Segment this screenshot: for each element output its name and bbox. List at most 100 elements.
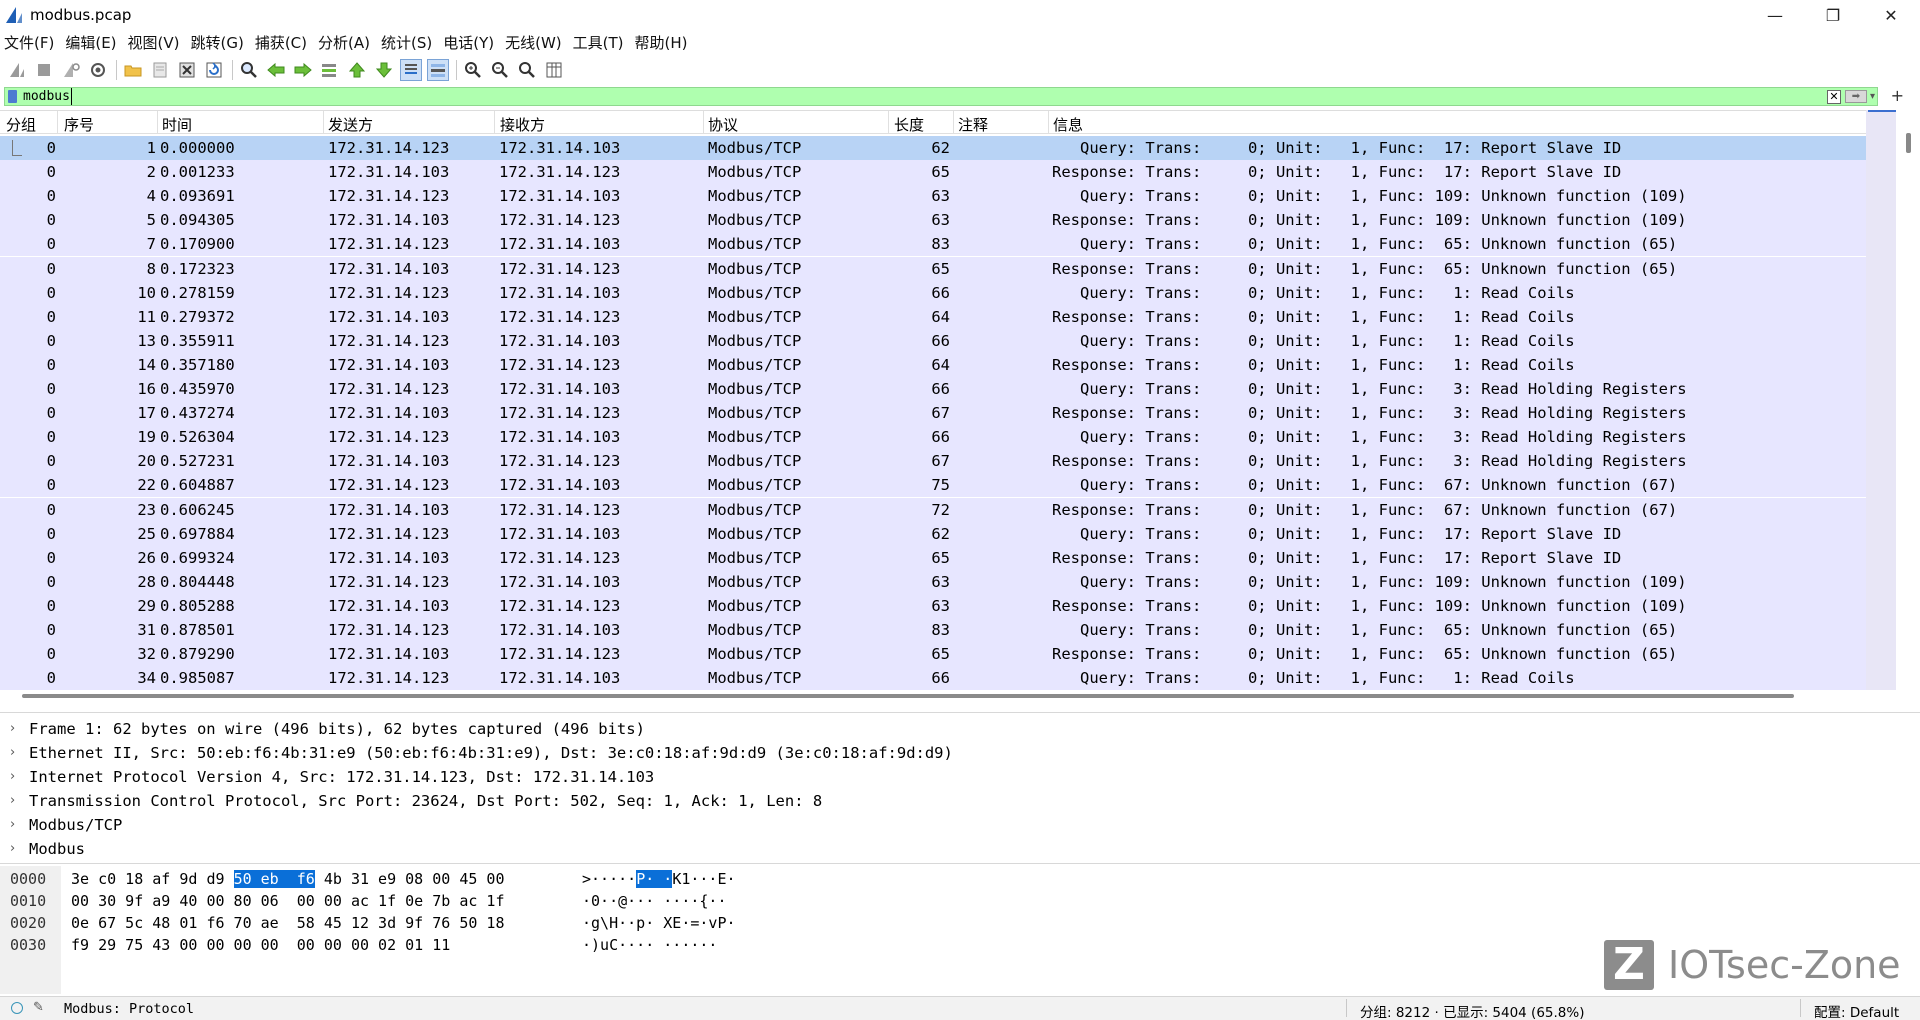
stop-square-icon[interactable] bbox=[33, 59, 55, 81]
packet-row[interactable]: 0 5 0.094305 172.31.14.103 172.31.14.123 Modb… bbox=[0, 208, 1866, 233]
column-header-group[interactable]: 分组 bbox=[6, 114, 36, 135]
expand-chevron-icon[interactable]: › bbox=[10, 741, 15, 765]
capture-options-gear-icon[interactable] bbox=[87, 59, 109, 81]
detail-tree-item[interactable]: › Frame 1: 62 bytes on wire (496 bits), 6… bbox=[0, 717, 1920, 741]
detail-tree-item[interactable]: › Transmission Control Protocol, Src Port… bbox=[0, 789, 1920, 813]
filter-bookmark-icon[interactable] bbox=[8, 90, 17, 103]
column-header-destination[interactable]: 接收方 bbox=[500, 114, 545, 135]
packet-row[interactable]: 0 25 0.697884 172.31.14.123 172.31.14.103 Mod… bbox=[0, 521, 1866, 546]
go-forward-arrow-icon[interactable] bbox=[292, 59, 314, 81]
expand-chevron-icon[interactable]: › bbox=[10, 837, 15, 861]
column-divider[interactable] bbox=[703, 111, 704, 134]
expert-info-ready-icon[interactable] bbox=[11, 1002, 23, 1014]
configuration-profile[interactable]: 配置: Default bbox=[1814, 1001, 1899, 1020]
column-header-source[interactable]: 发送方 bbox=[328, 114, 373, 135]
reload-icon[interactable] bbox=[203, 59, 225, 81]
packet-row[interactable]: 0 7 0.170900 172.31.14.123 172.31.14.103 Modb… bbox=[0, 232, 1866, 257]
packet-row[interactable]: 0 2 0.001233 172.31.14.103 172.31.14.123 Modb… bbox=[0, 160, 1866, 185]
clear-filter-icon[interactable]: ✕ bbox=[1826, 89, 1841, 104]
go-to-packet-icon[interactable] bbox=[319, 59, 341, 81]
menu-help[interactable]: 帮助(H) bbox=[635, 32, 688, 53]
display-filter-field[interactable]: modbus ✕ ➡ ▾ bbox=[4, 87, 1878, 106]
save-file-icon[interactable] bbox=[149, 59, 171, 81]
menu-wireless[interactable]: 无线(W) bbox=[505, 32, 562, 53]
packet-row[interactable]: 0 31 0.878501 172.31.14.123 172.31.14.103 Mod… bbox=[0, 618, 1866, 642]
packet-row[interactable]: 0 26 0.699324 172.31.14.103 172.31.14.123 Mod… bbox=[0, 545, 1866, 570]
add-filter-button-icon[interactable]: + bbox=[1891, 86, 1904, 105]
display-filter-input[interactable]: modbus bbox=[23, 88, 72, 105]
expand-chevron-icon[interactable]: › bbox=[10, 813, 15, 837]
edit-comment-icon[interactable]: ✎ bbox=[33, 1000, 44, 1015]
column-divider[interactable] bbox=[157, 111, 158, 134]
menu-capture[interactable]: 捕获(C) bbox=[255, 32, 307, 53]
column-divider[interactable] bbox=[57, 111, 58, 134]
horizontal-scrollbar-thumb[interactable] bbox=[22, 694, 1794, 698]
maximize-button[interactable]: ❐ bbox=[1804, 0, 1862, 30]
column-header-info[interactable]: 信息 bbox=[1053, 114, 1083, 135]
packet-row[interactable]: 0 19 0.526304 172.31.14.123 172.31.14.103 Mod… bbox=[0, 425, 1866, 450]
packet-row[interactable]: 0 4 0.093691 172.31.14.123 172.31.14.103 Modb… bbox=[0, 184, 1866, 209]
bytes-ascii-row[interactable]: ·)uC···· ······ bbox=[582, 934, 717, 956]
packet-row[interactable]: 0 16 0.435970 172.31.14.123 172.31.14.103 Mod… bbox=[0, 377, 1866, 401]
column-header-comment[interactable]: 注释 bbox=[958, 114, 988, 135]
colorize-icon[interactable] bbox=[427, 59, 449, 81]
packet-row[interactable]: 0 8 0.172323 172.31.14.103 172.31.14.123 Modb… bbox=[0, 256, 1866, 281]
go-back-arrow-icon[interactable] bbox=[265, 59, 287, 81]
filter-history-dropdown-icon[interactable]: ▾ bbox=[1870, 91, 1875, 102]
packet-row[interactable]: 0 28 0.804448 172.31.14.123 172.31.14.103 Mod… bbox=[0, 569, 1866, 594]
column-header-length[interactable]: 长度 bbox=[894, 114, 924, 135]
bytes-hex-row[interactable]: f9 29 75 43 00 00 00 00 00 00 00 02 01 1… bbox=[71, 934, 450, 956]
menu-go[interactable]: 跳转(G) bbox=[191, 32, 244, 53]
packet-row[interactable]: 0 20 0.527231 172.31.14.103 172.31.14.123 Mod… bbox=[0, 449, 1866, 474]
column-divider[interactable] bbox=[494, 111, 495, 134]
last-packet-icon[interactable] bbox=[373, 59, 395, 81]
packet-row[interactable]: 0 32 0.879290 172.31.14.103 172.31.14.123 Mod… bbox=[0, 642, 1866, 667]
shark-fin-start-icon[interactable] bbox=[6, 59, 28, 81]
column-header-protocol[interactable]: 协议 bbox=[708, 114, 738, 135]
packet-row[interactable]: 0 34 0.985087 172.31.14.123 172.31.14.103 Mod… bbox=[0, 666, 1866, 691]
bytes-ascii-row[interactable]: >·····P· ·K1···E· bbox=[582, 868, 736, 890]
column-header-no[interactable]: 序号 bbox=[64, 114, 94, 135]
bytes-hex-row[interactable]: 3e c0 18 af 9d d9 50 eb f6 4b 31 e9 08 0… bbox=[71, 868, 505, 890]
expand-chevron-icon[interactable]: › bbox=[10, 789, 15, 813]
bytes-hex-row[interactable]: 0e 67 5c 48 01 f6 70 ae 58 45 12 3d 9f 7… bbox=[71, 912, 504, 934]
bytes-ascii-row[interactable]: ·0··@··· ····{·· bbox=[582, 890, 727, 912]
menu-statistics[interactable]: 统计(S) bbox=[381, 32, 432, 53]
packet-row[interactable]: 0 10 0.278159 172.31.14.123 172.31.14.103 Mod… bbox=[0, 280, 1866, 305]
packet-row[interactable]: 0 13 0.355911 172.31.14.123 172.31.14.103 Mod… bbox=[0, 328, 1866, 353]
packet-list-vertical-scrollbar[interactable] bbox=[1866, 110, 1920, 690]
packet-list-horizontal-scrollbar[interactable] bbox=[0, 692, 1866, 700]
bytes-hex-row[interactable]: 00 30 9f a9 40 00 80 06 00 00 ac 1f 0e 7… bbox=[71, 890, 504, 912]
detail-tree-item[interactable]: › Modbus bbox=[0, 837, 1920, 861]
scrollbar-thumb[interactable] bbox=[1906, 133, 1911, 153]
packet-row[interactable]: 0 23 0.606245 172.31.14.103 172.31.14.123 Mod… bbox=[0, 497, 1866, 522]
menu-tools[interactable]: 工具(T) bbox=[573, 32, 624, 53]
expand-chevron-icon[interactable]: › bbox=[10, 765, 15, 789]
expand-chevron-icon[interactable]: › bbox=[10, 717, 15, 741]
detail-tree-item[interactable]: › Internet Protocol Version 4, Src: 172.3… bbox=[0, 765, 1920, 789]
find-magnifier-icon[interactable] bbox=[238, 59, 260, 81]
open-folder-icon[interactable] bbox=[122, 59, 144, 81]
column-divider[interactable] bbox=[323, 111, 324, 134]
packet-row[interactable]: 0 22 0.604887 172.31.14.123 172.31.14.103 Mod… bbox=[0, 473, 1866, 498]
zoom-out-icon[interactable] bbox=[489, 59, 511, 81]
column-divider[interactable] bbox=[1048, 111, 1049, 134]
packet-row[interactable]: 0 17 0.437274 172.31.14.103 172.31.14.123 Mod… bbox=[0, 401, 1866, 426]
scrollbar-track[interactable] bbox=[1866, 110, 1896, 690]
packet-row[interactable]: 0 11 0.279372 172.31.14.103 172.31.14.123 Mod… bbox=[0, 304, 1866, 329]
column-divider[interactable] bbox=[888, 111, 889, 134]
apply-filter-icon[interactable]: ➡ bbox=[1844, 90, 1867, 103]
menu-analyze[interactable]: 分析(A) bbox=[318, 32, 370, 53]
column-header-time[interactable]: 时间 bbox=[162, 114, 192, 135]
autoscroll-icon[interactable] bbox=[400, 59, 422, 81]
close-file-icon[interactable] bbox=[176, 59, 198, 81]
first-packet-icon[interactable] bbox=[346, 59, 368, 81]
restart-fin-icon[interactable] bbox=[60, 59, 82, 81]
detail-tree-item[interactable]: › Modbus/TCP bbox=[0, 813, 1920, 837]
packet-row[interactable]: 0 1 0.000000 172.31.14.123 172.31.14.103 Modb… bbox=[0, 136, 1866, 160]
close-button[interactable]: ✕ bbox=[1862, 0, 1920, 30]
menu-file[interactable]: 文件(F) bbox=[4, 32, 54, 53]
bytes-ascii-row[interactable]: ·g\H··p· XE·=·vP· bbox=[582, 912, 736, 934]
packet-row[interactable]: 0 29 0.805288 172.31.14.103 172.31.14.123 Mod… bbox=[0, 593, 1866, 618]
packet-row[interactable]: 0 14 0.357180 172.31.14.103 172.31.14.123 Mod… bbox=[0, 352, 1866, 377]
